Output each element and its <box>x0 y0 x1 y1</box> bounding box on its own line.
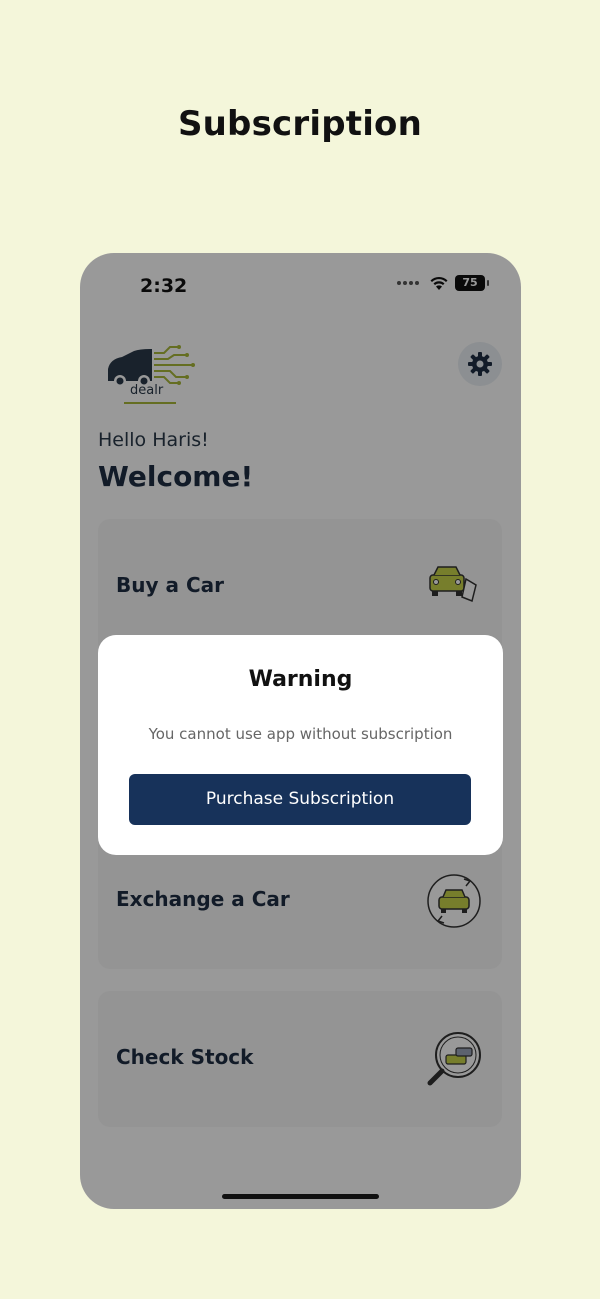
home-indicator[interactable] <box>222 1194 379 1199</box>
dialog-title: Warning <box>248 667 353 692</box>
warning-dialog: Warning You cannot use app without subsc… <box>98 635 503 855</box>
dialog-message: You cannot use app without subscription <box>148 725 453 743</box>
page-heading: Subscription <box>177 104 423 144</box>
purchase-subscription-button[interactable]: Purchase Subscription <box>129 774 471 825</box>
